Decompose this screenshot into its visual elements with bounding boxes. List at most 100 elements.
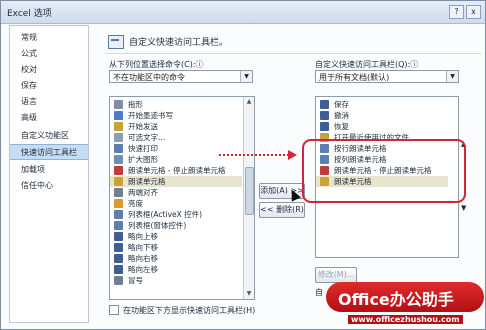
list-item-label: 略向右移 [128, 254, 158, 263]
list-item[interactable]: 两端对齐 [110, 187, 242, 198]
sidebar-item-customize-ribbon[interactable]: 自定义功能区 [10, 128, 88, 144]
save-icon [320, 100, 329, 109]
list-item-label: 列表框(ActiveX 控件) [128, 210, 203, 219]
chevron-down-icon: ▼ [446, 71, 458, 82]
list-item-label: 冒号 [128, 276, 143, 285]
list-item[interactable]: 略向上移 [110, 231, 242, 242]
choose-commands-label: 从下列位置选择命令(C):ⓘ [109, 60, 204, 69]
nudge-down-icon [114, 243, 123, 252]
commands-list[interactable]: 拖形 开始墨迹书写 开始发送可选文字... 快速打印扩大图形朗读单元格 - 停止朗读单… [109, 96, 255, 300]
alt-text-icon [114, 133, 123, 142]
sidebar-item-trust-center[interactable]: 信任中心 [10, 178, 88, 194]
list-item-label: 略向上移 [128, 232, 158, 241]
undo-icon [320, 111, 329, 120]
sidebar-item-proofing[interactable]: 校对 [10, 62, 88, 78]
list-item[interactable]: 列表框(窗体控件) [110, 220, 242, 231]
list-item[interactable]: 朗读单元格 - 停止朗读单元格 [110, 165, 242, 176]
list-item[interactable]: 冒号 [110, 275, 242, 286]
close-button[interactable]: x [466, 5, 481, 19]
list-item[interactable]: 列表框(ActiveX 控件) [110, 209, 242, 220]
modify-button[interactable]: 修改(M)... [315, 267, 357, 283]
show-below-ribbon-label: 在功能区下方显示快速访问工具栏(H) [123, 306, 256, 315]
list-item[interactable]: 可选文字... [110, 132, 242, 143]
customize-toolbar-value: 用于所有文档(默认) [319, 73, 390, 82]
listbox-form-icon [114, 221, 123, 230]
list-item[interactable]: 拖形 [110, 99, 242, 110]
list-item-label: 开始墨迹书写 [128, 111, 173, 120]
customize-toolbar-dropdown[interactable]: 用于所有文档(默认) ▼ [315, 70, 459, 83]
justify-icon [114, 188, 123, 197]
list-item-label: 朗读单元格 [128, 177, 166, 186]
choose-commands-dropdown[interactable]: 不在功能区中的命令 ▼ [109, 70, 253, 83]
logo-title: Office办公助手 [338, 290, 454, 309]
scroll-down-icon[interactable]: ▼ [244, 289, 254, 299]
list-item-label: 略向左移 [128, 265, 158, 274]
listbox-icon [114, 210, 123, 219]
list-item[interactable]: 保存 [316, 99, 448, 110]
customizations-label: 自 [315, 288, 323, 297]
list-item-label: 亮度 [128, 199, 143, 208]
nudge-right-icon [114, 254, 123, 263]
annotation-highlight-box [302, 139, 466, 203]
list-item-label: 撤消 [334, 111, 349, 120]
sidebar-item-formulas[interactable]: 公式 [10, 46, 88, 62]
list-item[interactable]: 略向下移 [110, 242, 242, 253]
list-item[interactable]: 开始墨迹书写 [110, 110, 242, 121]
send-icon [114, 122, 123, 131]
list-item-label: 列表框(窗体控件) [128, 221, 187, 230]
list-item-label: 可选文字... [128, 133, 166, 142]
speak-icon [114, 177, 123, 186]
list-item-label: 恢复 [334, 122, 349, 131]
speak-stop-icon [114, 166, 123, 175]
help-button[interactable]: ? [449, 5, 464, 19]
ink-icon [114, 111, 123, 120]
excel-options-dialog: Excel 选项 ? x 常规 公式 校对 保存 语言 高级 自定义功能区 快速… [0, 0, 486, 330]
window-title: Excel 选项 [7, 9, 52, 19]
show-below-ribbon-checkbox[interactable] [109, 305, 119, 315]
list-item-label: 快速打印 [128, 144, 158, 153]
scroll-thumb[interactable] [245, 167, 254, 215]
list-item-label: 开始发送 [128, 122, 158, 131]
shape-icon [114, 100, 123, 109]
remove-button[interactable]: << 删除(R) [259, 202, 305, 218]
sidebar-item-save[interactable]: 保存 [10, 78, 88, 94]
list-item-label: 两端对齐 [128, 188, 158, 197]
chevron-down-icon: ▼ [240, 71, 252, 82]
list-item-label: 扩大图形 [128, 155, 158, 164]
list-item[interactable]: 略向左移 [110, 264, 242, 275]
scroll-up-icon[interactable]: ▲ [244, 97, 254, 107]
redo-icon [320, 122, 329, 131]
title-bar: Excel 选项 ? x [1, 1, 485, 24]
office-helper-logo: Office办公助手 www.officezhushou.com [326, 282, 484, 328]
annotation-arrow-head [288, 150, 297, 160]
customize-toolbar-label: 自定义快速访问工具栏(Q):ⓘ [315, 60, 419, 69]
sidebar-item-language[interactable]: 语言 [10, 94, 88, 110]
print-icon [114, 144, 123, 153]
sidebar-item-add-ins[interactable]: 加载项 [10, 162, 88, 178]
list-item[interactable]: 略向右移 [110, 253, 242, 264]
nudge-up-icon [114, 232, 123, 241]
commands-list-scrollbar[interactable]: ▲ ▼ [243, 97, 254, 299]
enlarge-icon [114, 155, 123, 164]
logo-url: www.officezhushou.com [348, 315, 463, 324]
header-divider [105, 53, 481, 54]
list-item-label: 朗读单元格 - 停止朗读单元格 [128, 166, 226, 175]
nudge-left-icon [114, 265, 123, 274]
sidebar-item-advanced[interactable]: 高级 [10, 110, 88, 126]
choose-commands-value: 不在功能区中的命令 [113, 73, 185, 82]
list-item-label: 保存 [334, 100, 349, 109]
colon-icon [114, 276, 123, 285]
list-item[interactable]: 撤消 [316, 110, 448, 121]
options-sidebar: 常规 公式 校对 保存 语言 高级 自定义功能区 快速访问工具栏 加载项 信任中… [9, 25, 89, 323]
list-item[interactable]: 亮度 [110, 198, 242, 209]
list-item[interactable]: 快速打印 [110, 143, 242, 154]
move-down-icon[interactable]: ▼ [461, 204, 466, 212]
sidebar-item-general[interactable]: 常规 [10, 30, 88, 46]
brightness-icon [114, 199, 123, 208]
annotation-arrow [219, 154, 289, 156]
list-item[interactable]: 开始发送 [110, 121, 242, 132]
list-item[interactable]: 恢复 [316, 121, 448, 132]
list-item-label: 略向下移 [128, 243, 158, 252]
list-item[interactable]: 朗读单元格 [110, 176, 242, 187]
sidebar-item-quick-access-toolbar[interactable]: 快速访问工具栏 [10, 144, 88, 160]
